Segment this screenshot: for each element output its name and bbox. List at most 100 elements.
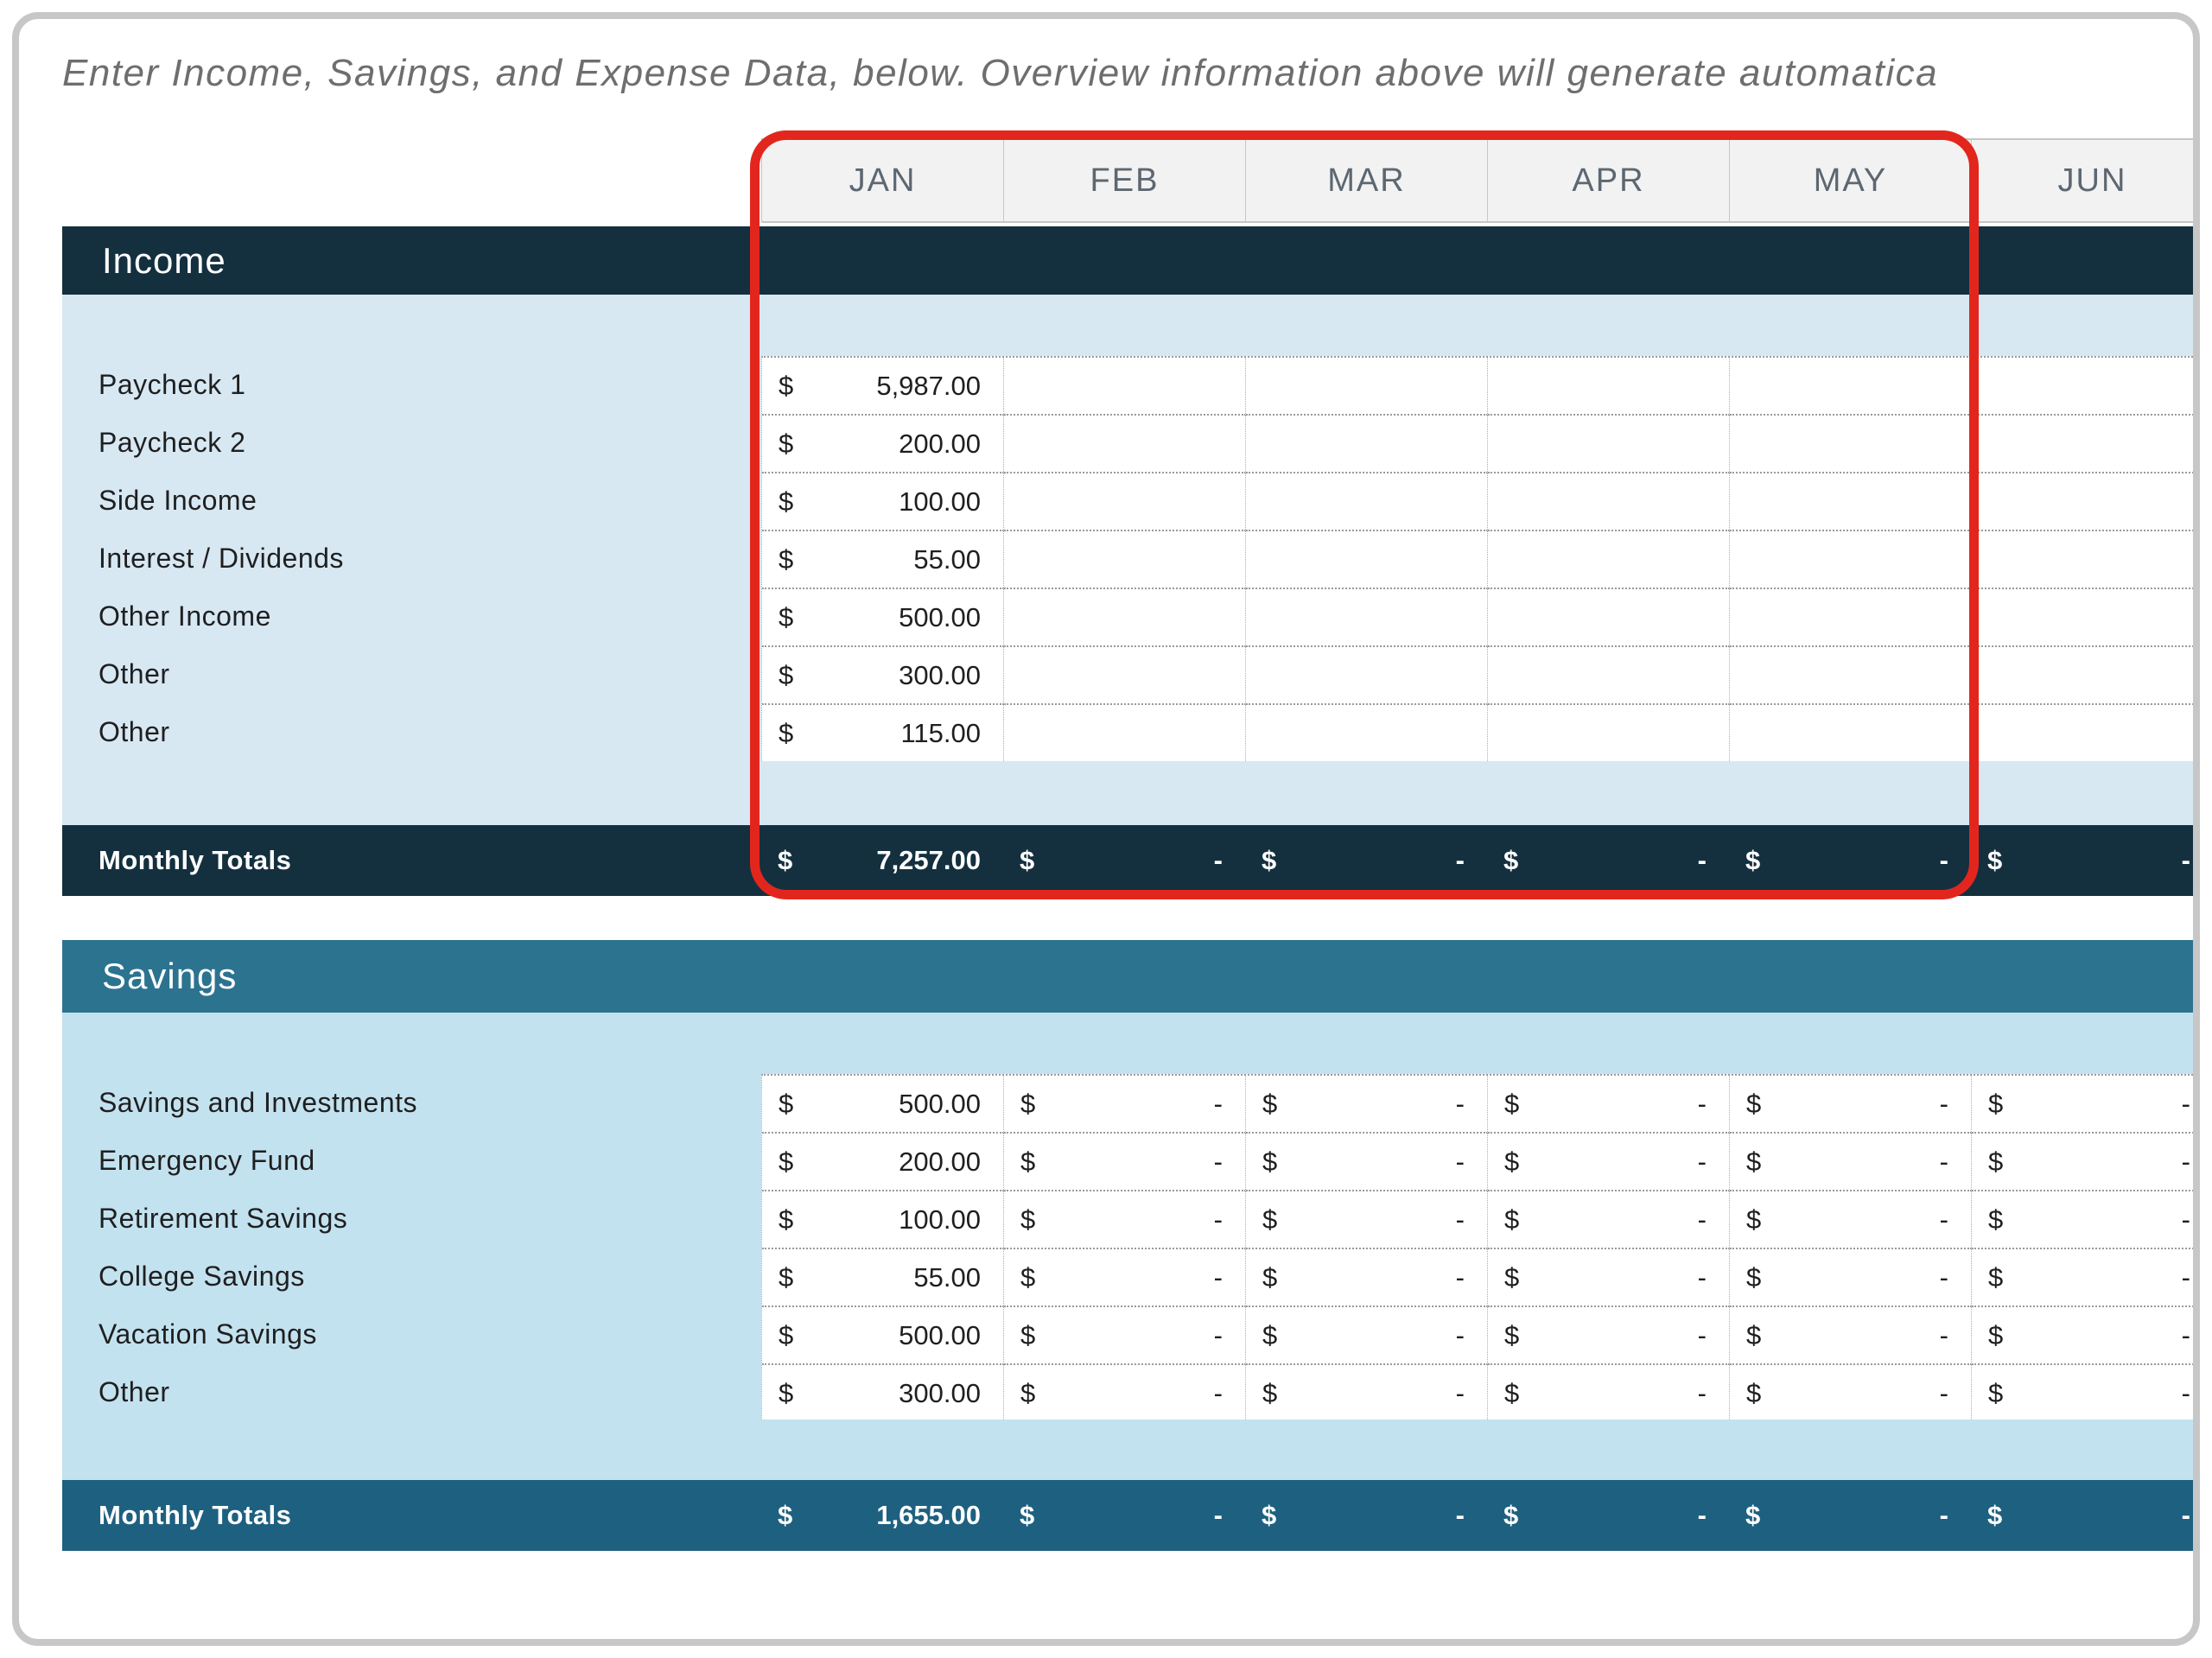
income-row6-cell-jan[interactable]: $300.00	[762, 647, 1004, 705]
savings-row2-cell-feb[interactable]: $-	[1004, 1134, 1246, 1191]
income-row4-cell-apr[interactable]	[1488, 531, 1730, 589]
savings-row1-cell-feb[interactable]: $-	[1004, 1076, 1246, 1134]
savings-row3-cell-may[interactable]: $-	[1730, 1191, 1972, 1249]
income-row2-cell-apr[interactable]	[1488, 416, 1730, 473]
savings-row1-cell-may[interactable]: $-	[1730, 1076, 1972, 1134]
savings-row1-cell-jan[interactable]: $500.00	[762, 1076, 1004, 1134]
savings-row3-cell-jan[interactable]: $100.00	[762, 1191, 1004, 1249]
income-row3-cell-mar[interactable]	[1246, 473, 1488, 531]
income-row3-cell-jan[interactable]: $100.00	[762, 473, 1004, 531]
savings-row5-cell-may[interactable]: $-	[1730, 1307, 1972, 1365]
income-row2-cell-jan[interactable]: $200.00	[762, 416, 1004, 473]
savings-row3-cell-apr[interactable]: $-	[1488, 1191, 1730, 1249]
income-row7-cell-may[interactable]	[1730, 705, 1972, 761]
income-row-label[interactable]: Side Income	[99, 472, 721, 530]
income-row2-cell-mar[interactable]	[1246, 416, 1488, 473]
income-row5-cell-apr[interactable]	[1488, 589, 1730, 647]
savings-row-label[interactable]: Emergency Fund	[99, 1132, 721, 1190]
savings-row-label[interactable]: College Savings	[99, 1248, 721, 1305]
savings-totals-cell-may[interactable]: $-	[1729, 1480, 1971, 1551]
savings-row5-cell-jun[interactable]: $-	[1972, 1307, 2193, 1365]
income-row-label[interactable]: Other Income	[99, 588, 721, 645]
savings-row2-cell-apr[interactable]: $-	[1488, 1134, 1730, 1191]
savings-row6-cell-jun[interactable]: $-	[1972, 1365, 2193, 1420]
savings-totals-cell-apr[interactable]: $-	[1487, 1480, 1729, 1551]
income-row5-cell-may[interactable]	[1730, 589, 1972, 647]
month-header-may[interactable]: MAY	[1730, 140, 1972, 221]
income-row4-cell-feb[interactable]	[1004, 531, 1246, 589]
savings-totals-cell-feb[interactable]: $-	[1003, 1480, 1245, 1551]
savings-row6-cell-feb[interactable]: $-	[1004, 1365, 1246, 1420]
income-row4-cell-jun[interactable]	[1972, 531, 2193, 589]
income-row6-cell-feb[interactable]	[1004, 647, 1246, 705]
income-row7-cell-feb[interactable]	[1004, 705, 1246, 761]
savings-row1-cell-mar[interactable]: $-	[1246, 1076, 1488, 1134]
month-header-mar[interactable]: MAR	[1246, 140, 1488, 221]
month-header-apr[interactable]: APR	[1488, 140, 1730, 221]
savings-row3-cell-jun[interactable]: $-	[1972, 1191, 2193, 1249]
savings-row4-cell-jun[interactable]: $-	[1972, 1249, 2193, 1307]
income-row7-cell-jun[interactable]	[1972, 705, 2193, 761]
income-row3-cell-apr[interactable]	[1488, 473, 1730, 531]
income-row4-cell-may[interactable]	[1730, 531, 1972, 589]
income-totals-cell-may[interactable]: $-	[1729, 825, 1971, 896]
savings-row4-cell-may[interactable]: $-	[1730, 1249, 1972, 1307]
savings-row3-cell-feb[interactable]: $-	[1004, 1191, 1246, 1249]
income-row2-cell-may[interactable]	[1730, 416, 1972, 473]
income-row-label[interactable]: Paycheck 1	[99, 356, 721, 414]
income-row1-cell-jan[interactable]: $5,987.00	[762, 358, 1004, 416]
savings-totals-cell-jun[interactable]: $-	[1971, 1480, 2193, 1551]
income-row-label[interactable]: Paycheck 2	[99, 414, 721, 472]
savings-row-label[interactable]: Other	[99, 1363, 721, 1421]
income-row-label[interactable]: Other	[99, 645, 721, 703]
income-totals-cell-feb[interactable]: $-	[1003, 825, 1245, 896]
savings-totals-cell-jan[interactable]: $1,655.00	[761, 1480, 1003, 1551]
savings-row5-cell-feb[interactable]: $-	[1004, 1307, 1246, 1365]
month-header-jan[interactable]: JAN	[762, 140, 1004, 221]
month-header-feb[interactable]: FEB	[1004, 140, 1246, 221]
income-row7-cell-jan[interactable]: $115.00	[762, 705, 1004, 761]
savings-row4-cell-jan[interactable]: $55.00	[762, 1249, 1004, 1307]
income-row6-cell-may[interactable]	[1730, 647, 1972, 705]
savings-row5-cell-jan[interactable]: $500.00	[762, 1307, 1004, 1365]
savings-row5-cell-mar[interactable]: $-	[1246, 1307, 1488, 1365]
income-row-label[interactable]: Interest / Dividends	[99, 530, 721, 588]
income-row4-cell-jan[interactable]: $55.00	[762, 531, 1004, 589]
income-row5-cell-jan[interactable]: $500.00	[762, 589, 1004, 647]
savings-row2-cell-may[interactable]: $-	[1730, 1134, 1972, 1191]
savings-row6-cell-jan[interactable]: $300.00	[762, 1365, 1004, 1420]
savings-row-label[interactable]: Retirement Savings	[99, 1190, 721, 1248]
savings-totals-cell-mar[interactable]: $-	[1245, 1480, 1487, 1551]
savings-row1-cell-jun[interactable]: $-	[1972, 1076, 2193, 1134]
income-row4-cell-mar[interactable]	[1246, 531, 1488, 589]
month-header-jun[interactable]: JUN	[1972, 140, 2193, 221]
income-row-label[interactable]: Other	[99, 703, 721, 761]
income-row5-cell-jun[interactable]	[1972, 589, 2193, 647]
savings-row4-cell-feb[interactable]: $-	[1004, 1249, 1246, 1307]
savings-row2-cell-mar[interactable]: $-	[1246, 1134, 1488, 1191]
income-row1-cell-feb[interactable]	[1004, 358, 1246, 416]
savings-row2-cell-jan[interactable]: $200.00	[762, 1134, 1004, 1191]
income-row2-cell-feb[interactable]	[1004, 416, 1246, 473]
savings-row4-cell-apr[interactable]: $-	[1488, 1249, 1730, 1307]
savings-row6-cell-may[interactable]: $-	[1730, 1365, 1972, 1420]
savings-row-label[interactable]: Savings and Investments	[99, 1074, 721, 1132]
income-row6-cell-mar[interactable]	[1246, 647, 1488, 705]
savings-row4-cell-mar[interactable]: $-	[1246, 1249, 1488, 1307]
income-row1-cell-may[interactable]	[1730, 358, 1972, 416]
income-row5-cell-mar[interactable]	[1246, 589, 1488, 647]
income-row1-cell-jun[interactable]	[1972, 358, 2193, 416]
income-row6-cell-jun[interactable]	[1972, 647, 2193, 705]
savings-row2-cell-jun[interactable]: $-	[1972, 1134, 2193, 1191]
savings-row3-cell-mar[interactable]: $-	[1246, 1191, 1488, 1249]
income-totals-cell-jun[interactable]: $-	[1971, 825, 2193, 896]
income-row6-cell-apr[interactable]	[1488, 647, 1730, 705]
income-totals-cell-jan[interactable]: $7,257.00	[761, 825, 1003, 896]
savings-row1-cell-apr[interactable]: $-	[1488, 1076, 1730, 1134]
income-totals-cell-apr[interactable]: $-	[1487, 825, 1729, 896]
savings-row6-cell-mar[interactable]: $-	[1246, 1365, 1488, 1420]
income-row3-cell-jun[interactable]	[1972, 473, 2193, 531]
savings-row-label[interactable]: Vacation Savings	[99, 1305, 721, 1363]
savings-row6-cell-apr[interactable]: $-	[1488, 1365, 1730, 1420]
income-row7-cell-mar[interactable]	[1246, 705, 1488, 761]
